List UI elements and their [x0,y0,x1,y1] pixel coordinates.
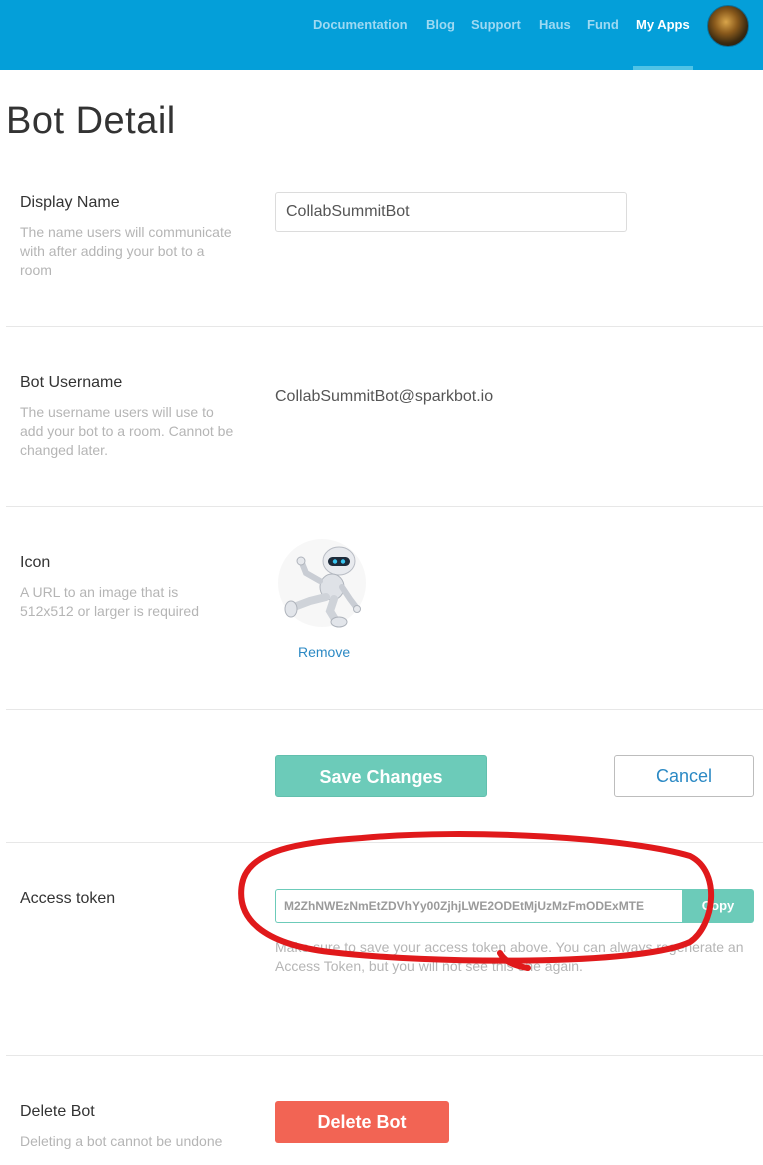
section-divider [6,326,763,327]
display-name-help: The name users will communicate with aft… [20,224,232,278]
icon-help: A URL to an image that is 512x512 or lar… [20,584,199,619]
section-divider [6,506,763,507]
delete-bot-label: Delete Bot [20,1103,95,1120]
nav-link-documentation[interactable]: Documentation [313,17,408,32]
cancel-button[interactable]: Cancel [614,755,754,797]
top-navigation-bar: Documentation Blog Support Haus Fund My … [0,0,763,70]
bot-username-label: Bot Username [20,374,123,391]
nav-link-my-apps[interactable]: My Apps [636,17,690,32]
nav-link-support[interactable]: Support [471,17,521,32]
remove-icon-link[interactable]: Remove [298,644,350,660]
bot-username-help: The username users will use to add your … [20,404,234,458]
section-divider [6,1055,763,1056]
display-name-input[interactable]: CollabSummitBot [275,192,627,232]
section-divider [6,709,763,710]
bot-username-value: CollabSummitBot@sparkbot.io [275,388,494,405]
user-avatar[interactable] [707,5,749,47]
access-token-label: Access token [20,890,116,907]
delete-bot-button[interactable]: Delete Bot [275,1101,449,1143]
nav-link-fund[interactable]: Fund [587,17,619,32]
robot-icon [276,537,368,629]
active-nav-indicator [633,66,693,70]
nav-link-blog[interactable]: Blog [426,17,455,32]
icon-label: Icon [20,554,51,571]
copy-token-button[interactable]: Copy [682,889,754,923]
page-title: Bot Detail [6,100,176,142]
nav-link-haus[interactable]: Haus [539,17,571,32]
display-name-label: Display Name [20,194,120,211]
section-divider [6,842,763,843]
access-token-field[interactable]: M2ZhNWEzNmEtZDVhYy00ZjhjLWE2ODEtMjUzMzFm… [275,889,682,923]
delete-bot-help: Deleting a bot cannot be undone [20,1133,223,1149]
save-changes-button[interactable]: Save Changes [275,755,487,797]
access-token-help: Make sure to save your access token abov… [275,939,744,974]
